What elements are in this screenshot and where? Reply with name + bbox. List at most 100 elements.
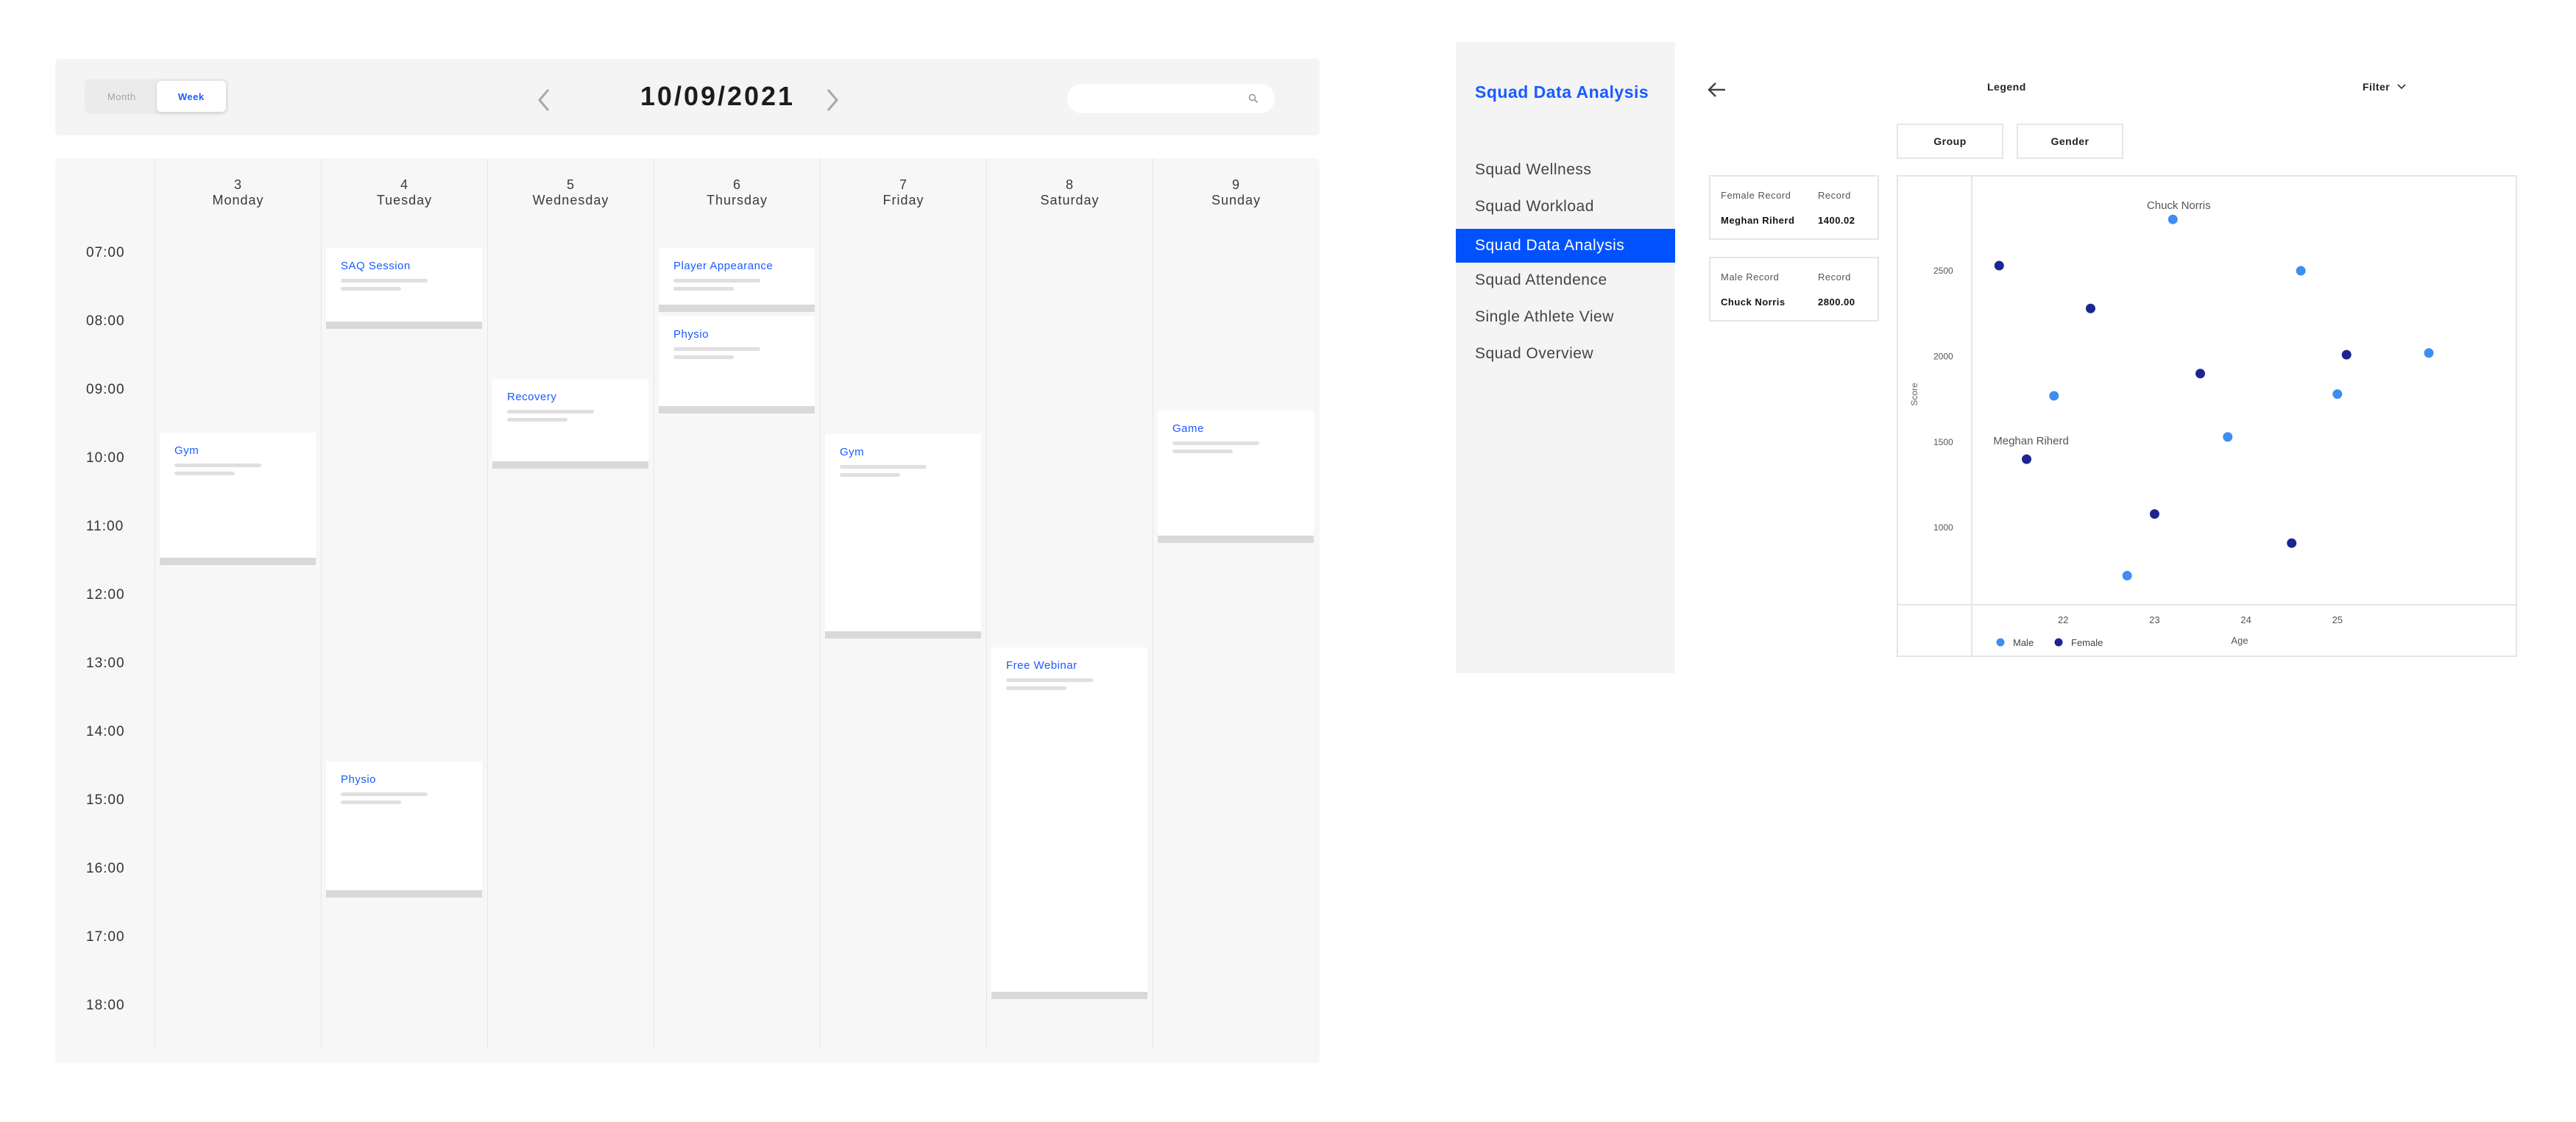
y-axis-label: Score: [1909, 383, 1919, 406]
time-label: 10:00: [86, 450, 125, 466]
day-number: 3: [233, 177, 242, 192]
event-detail-placeholder: [840, 465, 927, 469]
calendar-event[interactable]: Gym: [825, 434, 981, 639]
data-point-female[interactable]: [2085, 303, 2095, 313]
event-detail-placeholder: [507, 418, 567, 422]
data-point-female[interactable]: [2341, 349, 2352, 360]
event-detail-placeholder: [673, 355, 734, 359]
x-tick-label: 24: [2240, 614, 2251, 625]
chevron-right-icon[interactable]: [821, 85, 843, 115]
legend-dot-female: [2054, 638, 2063, 647]
day-number: 6: [732, 177, 741, 192]
filter-dropdown[interactable]: Filter: [2363, 81, 2406, 93]
calendar-header: Month Week 10/09/2021: [55, 59, 1320, 135]
record-column-label: Record: [1818, 190, 1851, 201]
day-column-monday: 3 Monday Gym: [155, 158, 321, 1048]
sidebar-item-squad-data-analysis[interactable]: Squad Data Analysis: [1456, 229, 1675, 263]
scatter-chart: Score Age 1000 1500 2000 2500 22 23 24 25 Chuc…: [1898, 177, 2516, 656]
x-tick-label: 22: [2058, 614, 2068, 625]
time-label: 15:00: [86, 792, 125, 808]
day-header: 9 Sunday: [1153, 177, 1319, 208]
legend-label-male: Male: [2013, 637, 2034, 648]
event-title: Gym: [840, 446, 865, 458]
data-point-male[interactable]: [2332, 389, 2343, 400]
back-arrow-icon[interactable]: [1706, 81, 1728, 99]
calendar-event[interactable]: Recovery: [492, 379, 648, 469]
calendar-event[interactable]: Free Webinar: [991, 647, 1147, 999]
day-column-wednesday: 5 Wednesday Recovery: [487, 158, 654, 1048]
time-label: 12:00: [86, 587, 125, 603]
search-icon: [1248, 93, 1259, 104]
sidebar-item-squad-attendence[interactable]: Squad Attendence: [1456, 263, 1675, 297]
time-label: 11:00: [86, 519, 124, 534]
day-number: 8: [1065, 177, 1074, 192]
day-column-saturday: 8 Saturday Free Webinar: [986, 158, 1153, 1048]
calendar-event[interactable]: Game: [1158, 411, 1314, 543]
calendar-event[interactable]: Player Appearance: [659, 248, 815, 312]
record-card-label: Male Record: [1721, 271, 1780, 283]
event-title: Free Webinar: [1006, 659, 1078, 672]
day-number: 4: [400, 177, 408, 192]
time-label: 14:00: [86, 724, 125, 739]
sidebar-item-squad-wellness[interactable]: Squad Wellness: [1456, 153, 1675, 187]
day-number: 5: [566, 177, 575, 192]
chevron-down-icon: [2397, 84, 2406, 90]
event-detail-placeholder: [341, 287, 401, 291]
chevron-left-icon[interactable]: [534, 85, 556, 115]
y-tick-label: 1000: [1933, 522, 1953, 533]
month-view-button[interactable]: Month: [87, 81, 157, 112]
day-column-friday: 7 Friday Gym: [820, 158, 986, 1048]
day-name: Sunday: [1211, 193, 1262, 207]
day-header: 3 Monday: [155, 177, 321, 208]
data-point-male[interactable]: [2296, 266, 2306, 276]
sidebar-item-single-athlete-view[interactable]: Single Athlete View: [1456, 300, 1675, 334]
data-point-male[interactable]: [2424, 348, 2434, 358]
time-label: 18:00: [86, 998, 125, 1013]
y-tick-label: 1500: [1933, 437, 1953, 447]
day-header: 7 Friday: [821, 177, 986, 208]
group-button[interactable]: Group: [1897, 124, 2003, 159]
data-point-female[interactable]: [2287, 538, 2297, 548]
view-toggle: Month Week: [85, 79, 228, 114]
current-date: 10/09/2021: [640, 81, 796, 111]
event-detail-placeholder: [507, 410, 594, 413]
data-point-male[interactable]: [2223, 432, 2233, 442]
event-title: Physio: [341, 773, 377, 786]
data-point-female[interactable]: [2022, 454, 2032, 464]
record-card-label: Female Record: [1721, 190, 1791, 201]
gender-button[interactable]: Gender: [2017, 124, 2123, 159]
data-point-female[interactable]: [2149, 509, 2159, 519]
event-detail-placeholder: [1006, 678, 1093, 682]
calendar-event[interactable]: Gym: [160, 433, 316, 565]
event-title: Gym: [174, 444, 199, 457]
calendar-event[interactable]: Physio: [326, 761, 482, 898]
day-header: 6 Thursday: [654, 177, 820, 208]
calendar-search-input[interactable]: [1067, 84, 1275, 113]
event-title: Physio: [673, 328, 710, 341]
time-label: 09:00: [86, 382, 125, 397]
sidebar-item-squad-overview[interactable]: Squad Overview: [1456, 337, 1675, 371]
week-view-button[interactable]: Week: [156, 81, 226, 112]
day-name: Monday: [212, 193, 264, 207]
x-tick-label: 23: [2149, 614, 2159, 625]
male-record-card: Male Record Record Chuck Norris 2800.00: [1709, 257, 1879, 322]
data-point-female[interactable]: [1994, 260, 2004, 271]
calendar-event[interactable]: Physio: [659, 316, 815, 413]
data-point-male[interactable]: [2168, 214, 2178, 224]
event-detail-placeholder: [341, 279, 428, 283]
data-point-male[interactable]: [2049, 391, 2059, 401]
day-header: 8 Saturday: [987, 177, 1153, 208]
y-tick-label: 2500: [1933, 266, 1953, 276]
data-point-male[interactable]: [2122, 570, 2132, 580]
sidebar-item-squad-workload[interactable]: Squad Workload: [1456, 190, 1675, 224]
week-calendar-grid: 07:00 08:00 09:00 10:00 11:00 12:00 13:0…: [55, 158, 1320, 1063]
record-column-label: Record: [1818, 271, 1851, 283]
event-detail-placeholder: [341, 800, 401, 804]
time-label: 07:00: [86, 245, 125, 260]
time-label: 13:00: [86, 656, 125, 671]
point-annotation: Chuck Norris: [2147, 199, 2211, 212]
time-label: 16:00: [86, 861, 125, 876]
record-value: 1400.02: [1818, 215, 1855, 226]
calendar-event[interactable]: SAQ Session: [326, 248, 482, 329]
data-point-female[interactable]: [2195, 369, 2206, 379]
